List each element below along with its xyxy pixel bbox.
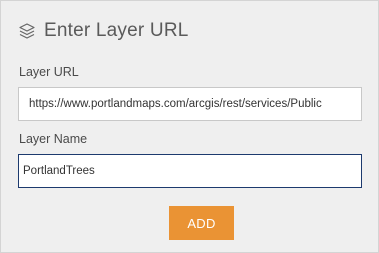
panel-title: Enter Layer URL — [44, 20, 189, 41]
layer-name-label: Layer Name — [19, 132, 88, 146]
panel-header: Enter Layer URL — [18, 19, 189, 43]
layer-name-input[interactable] — [18, 154, 362, 188]
layer-url-input[interactable] — [18, 87, 362, 121]
add-button[interactable]: ADD — [169, 206, 234, 240]
layers-icon — [18, 22, 36, 40]
layer-url-label: Layer URL — [19, 65, 79, 79]
enter-layer-url-panel: Enter Layer URL Layer URL Layer Name ADD — [0, 0, 379, 253]
